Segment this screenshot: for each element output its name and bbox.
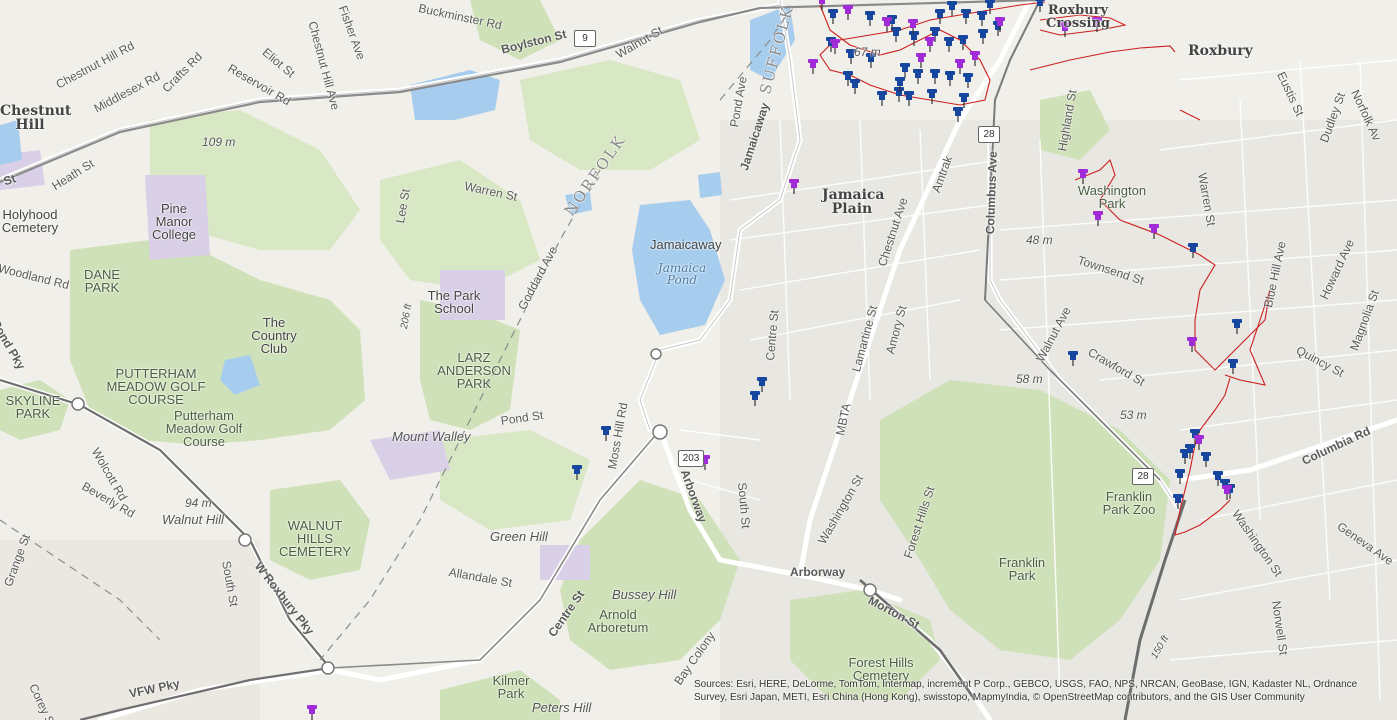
street-label: Arborway <box>790 565 846 579</box>
map-attribution: Sources: Esri, HERE, DeLorme, TomTom, In… <box>694 679 1358 703</box>
elevation-label: 67 m <box>854 45 881 59</box>
place-label: Holyhood Cemetery <box>1 207 59 235</box>
town-label: Chestnut Hill <box>0 103 72 133</box>
basemap-layer <box>0 0 1397 720</box>
place-label: Pine Manor College <box>151 201 197 242</box>
hill-label: Green Hill <box>490 529 548 544</box>
elevation-label: 109 m <box>202 135 236 149</box>
street-label: Columbus Ave <box>983 150 1000 235</box>
elevation-label: 94 m <box>185 496 212 510</box>
route-shield-28: 28 <box>978 126 1000 143</box>
route-shield-9: 9 <box>574 30 596 47</box>
park-label: Putterham Meadow Golf Course <box>165 408 243 449</box>
park-label: Franklin Park <box>998 555 1046 583</box>
route-shield-203: 203 <box>678 450 704 467</box>
street-label: South St <box>735 481 754 529</box>
hill-label: Bussey Hill <box>612 587 677 602</box>
town-label: Roxbury Crossing <box>1046 3 1110 31</box>
place-label: The Country Club <box>251 315 297 356</box>
town-label: Roxbury <box>1188 43 1253 59</box>
hill-label: Mount Walley <box>392 429 471 444</box>
basemap[interactable]: 9 28 28 203 Chestnut Hill Jamaica Plain … <box>0 0 1397 720</box>
park-label: Washington Park <box>1077 183 1147 211</box>
park-label: Kilmer Park <box>492 673 530 701</box>
elevation-label: 58 m <box>1016 372 1043 386</box>
water-label: Jamaica Pond <box>657 261 707 287</box>
park-label: DANE PARK <box>83 267 121 295</box>
park-label: Franklin Park Zoo <box>1102 489 1156 517</box>
place-label: Jamaicaway <box>650 237 722 252</box>
hill-label: Peters Hill <box>532 700 592 715</box>
elevation-label: 48 m <box>1026 233 1053 247</box>
elevation-label: 53 m <box>1120 408 1147 422</box>
place-label: The Park School <box>427 288 481 316</box>
town-label: Jamaica Plain <box>822 187 885 217</box>
hill-label: Walnut Hill <box>162 512 224 527</box>
route-shield-28: 28 <box>1132 468 1154 485</box>
park-label: WALNUT HILLS CEMETERY <box>279 518 351 559</box>
park-label: SKYLINE PARK <box>5 393 61 421</box>
park-label: PUTTERHAM MEADOW GOLF COURSE <box>106 366 206 407</box>
park-label: LARZ ANDERSON PARK <box>437 350 511 391</box>
park-label: Arnold Arboretum <box>587 607 649 635</box>
